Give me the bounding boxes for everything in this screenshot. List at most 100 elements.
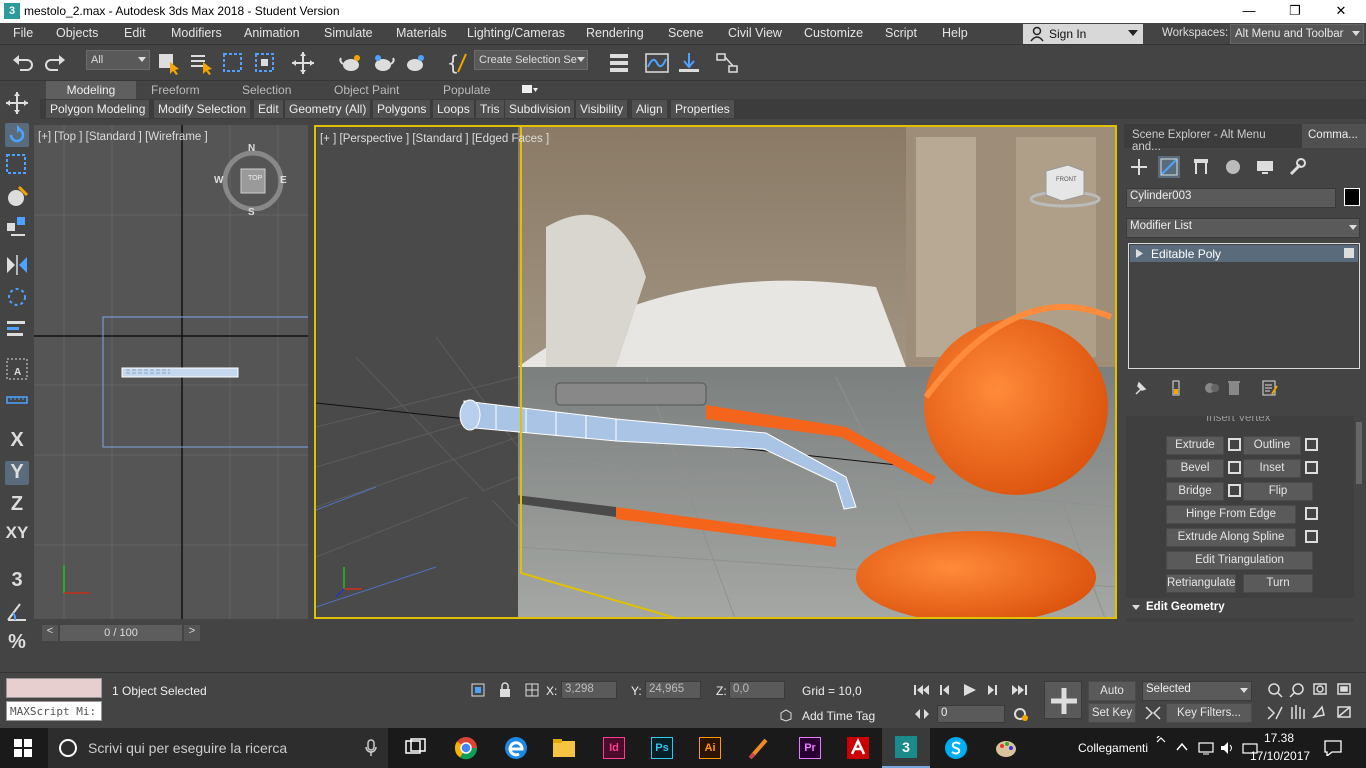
turn-button[interactable]: Turn	[1243, 574, 1313, 593]
task-view-icon[interactable]	[392, 728, 440, 768]
ribbon-geometry-all[interactable]: Geometry (All)	[285, 100, 372, 118]
premiere-icon[interactable]: Pr	[786, 728, 834, 768]
edge-icon[interactable]	[492, 728, 540, 768]
playback-controls[interactable]	[914, 682, 1034, 698]
ribbon-visibility[interactable]: Visibility	[576, 100, 629, 118]
make-unique-icon[interactable]	[1204, 380, 1220, 396]
curly-braces-icon[interactable]: {	[444, 50, 470, 76]
select-by-name-icon[interactable]	[188, 50, 214, 76]
top-viewport-label[interactable]: [+] [Top ] [Standard ] [Wireframe ]	[38, 131, 208, 143]
object-name-field[interactable]: Cylinder003	[1126, 188, 1336, 208]
key-mode-dropdown[interactable]: Selected	[1142, 681, 1252, 701]
align-icon[interactable]	[5, 317, 29, 341]
auto-key-button[interactable]: Auto Key	[1088, 681, 1136, 715]
utilities-panel-icon[interactable]	[1286, 156, 1308, 178]
undo-icon[interactable]	[10, 50, 36, 76]
maxscript-input[interactable]: MAXScript Mi:	[6, 701, 102, 721]
retriangulate-button[interactable]: Retriangulate	[1166, 574, 1236, 593]
bridge-settings-button[interactable]	[1228, 484, 1241, 497]
viewport-top[interactable]: [+] [Top ] [Standard ] [Wireframe ] TOP …	[34, 125, 308, 619]
time-configuration-icon[interactable]	[1013, 706, 1029, 722]
object-color-swatch[interactable]	[1344, 188, 1360, 206]
configure-modifier-sets-icon[interactable]	[1262, 380, 1278, 396]
snap-icon[interactable]	[5, 215, 29, 239]
volume-icon[interactable]	[1220, 740, 1236, 756]
taskbar-links[interactable]: Collegamenti	[1078, 741, 1148, 755]
stack-item-editable-poly[interactable]: Editable Poly	[1130, 245, 1358, 262]
photoshop-icon[interactable]: Ps	[638, 728, 686, 768]
ribbon-polygons[interactable]: Polygons	[373, 100, 432, 118]
command-tab[interactable]: Comma...	[1302, 124, 1366, 148]
tab-populate[interactable]: Populate	[443, 81, 490, 99]
y-coordinate-field[interactable]: 24,965	[645, 681, 701, 699]
maxscript-listener[interactable]	[6, 678, 102, 698]
menu-script[interactable]: Script	[885, 26, 917, 40]
minimize-icon[interactable]: —	[1226, 0, 1272, 23]
region-select-icon[interactable]	[5, 153, 29, 177]
hinge-from-edge-button[interactable]: Hinge From Edge	[1166, 505, 1296, 524]
lock-icon[interactable]	[497, 682, 513, 698]
paint-select-icon[interactable]	[5, 185, 29, 209]
inset-settings-button[interactable]	[1305, 461, 1318, 474]
flip-button[interactable]: Flip	[1243, 482, 1313, 501]
3dsmax-taskbar-icon[interactable]: 3	[882, 728, 930, 768]
extrude-button[interactable]: Extrude	[1166, 436, 1224, 455]
ribbon-subdivision[interactable]: Subdivision	[505, 100, 576, 118]
ribbon-loops[interactable]: Loops	[433, 100, 475, 118]
indesign-icon[interactable]: Id	[590, 728, 638, 768]
network-icon[interactable]	[1198, 740, 1214, 756]
key-filters-button[interactable]: Key Filters...	[1166, 703, 1252, 723]
acrobat-icon[interactable]	[834, 728, 882, 768]
timeline-prev-button[interactable]: <	[42, 625, 58, 641]
taskbar-search[interactable]: Scrivi qui per eseguire la ricerca	[48, 728, 388, 768]
ribbon-options-icon[interactable]	[522, 84, 538, 96]
menu-customize[interactable]: Customize	[804, 26, 863, 40]
axis-z-button[interactable]: Z	[5, 493, 29, 517]
timeline-next-button[interactable]: >	[184, 625, 200, 641]
rect-selection-icon[interactable]	[220, 50, 246, 76]
redo-icon[interactable]	[42, 50, 68, 76]
extrude-along-spline-settings-button[interactable]	[1305, 530, 1318, 543]
menu-civil-view[interactable]: Civil View	[728, 26, 782, 40]
palette-icon[interactable]	[982, 728, 1030, 768]
create-selection-set-dropdown[interactable]: Create Selection Se	[474, 50, 588, 70]
outline-settings-button[interactable]	[1305, 438, 1318, 451]
z-coordinate-field[interactable]: 0,0	[729, 681, 785, 699]
pin-stack-icon[interactable]	[1132, 380, 1148, 396]
links-chevron-icon[interactable]	[1156, 736, 1166, 744]
inset-button[interactable]: Inset	[1243, 459, 1301, 478]
layer-explorer-icon[interactable]	[606, 50, 632, 76]
ribbon-tris[interactable]: Tris	[476, 100, 505, 118]
isolate-selection-icon[interactable]	[470, 682, 486, 698]
create-panel-icon[interactable]	[1128, 156, 1150, 178]
action-center-icon[interactable]	[1324, 740, 1342, 756]
extrude-along-spline-button[interactable]: Extrude Along Spline	[1166, 528, 1296, 547]
array-icon[interactable]	[5, 285, 29, 309]
modify-panel-icon[interactable]	[1158, 156, 1180, 178]
viewcube-top[interactable]: TOP N S E W	[214, 143, 287, 218]
display-panel-icon[interactable]	[1254, 156, 1276, 178]
time-config-icon[interactable]	[914, 707, 930, 721]
absolute-mode-icon[interactable]	[524, 682, 540, 698]
curve-editor-icon[interactable]	[644, 50, 670, 76]
modifier-toggle-icon[interactable]	[1344, 248, 1354, 258]
menu-materials[interactable]: Materials	[396, 26, 447, 40]
sign-in-dropdown[interactable]: Sign In	[1023, 24, 1143, 44]
menu-edit[interactable]: Edit	[124, 26, 146, 40]
clock-time[interactable]: 17.38	[1264, 731, 1294, 745]
outline-button[interactable]: Outline	[1243, 436, 1301, 455]
edit-geometry-rollout-header[interactable]: Edit Geometry	[1126, 598, 1354, 618]
panel-scrollbar[interactable]	[1356, 422, 1362, 484]
x-coordinate-field[interactable]: 3,298	[561, 681, 617, 699]
select-object-icon[interactable]	[156, 50, 182, 76]
motion-panel-icon[interactable]	[1222, 156, 1244, 178]
menu-animation[interactable]: Animation	[244, 26, 300, 40]
snaps-3d-button[interactable]: 3	[5, 569, 29, 593]
windows-start-icon[interactable]	[14, 739, 32, 757]
file-explorer-icon[interactable]	[540, 728, 588, 768]
axis-xy-button[interactable]: XY	[3, 523, 31, 547]
tab-selection[interactable]: Selection	[242, 81, 291, 99]
ruler-icon[interactable]	[5, 387, 29, 411]
illustrator-icon[interactable]: Ai	[686, 728, 734, 768]
menu-help[interactable]: Help	[942, 26, 968, 40]
